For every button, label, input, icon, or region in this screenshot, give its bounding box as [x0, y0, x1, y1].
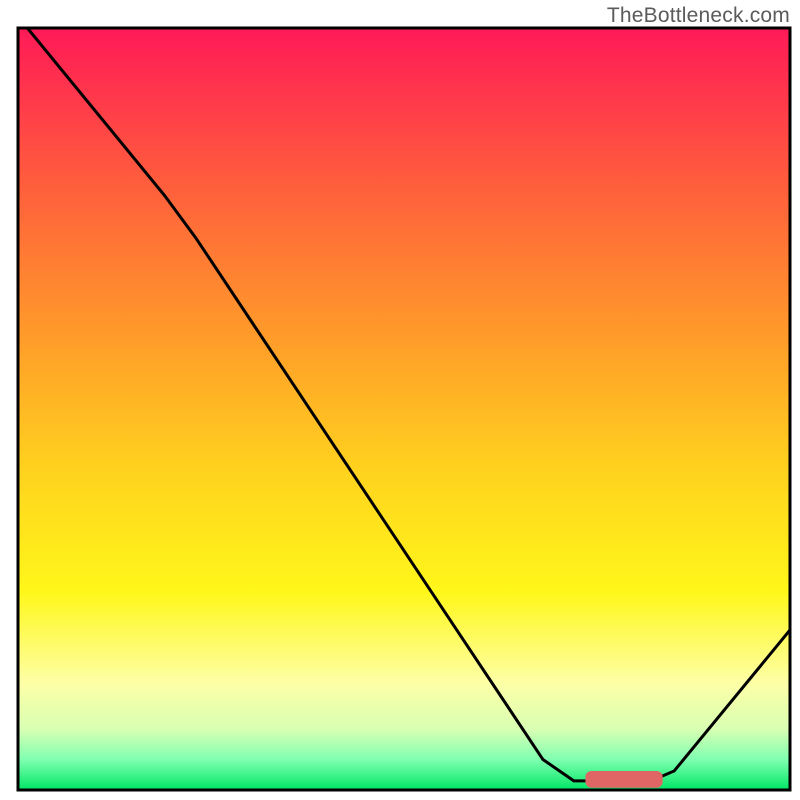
- gradient-background: [18, 28, 790, 790]
- optimal-range-marker: [585, 771, 662, 788]
- bottleneck-chart: [0, 0, 800, 800]
- chart-container: { "watermark": "TheBottleneck.com", "cha…: [0, 0, 800, 800]
